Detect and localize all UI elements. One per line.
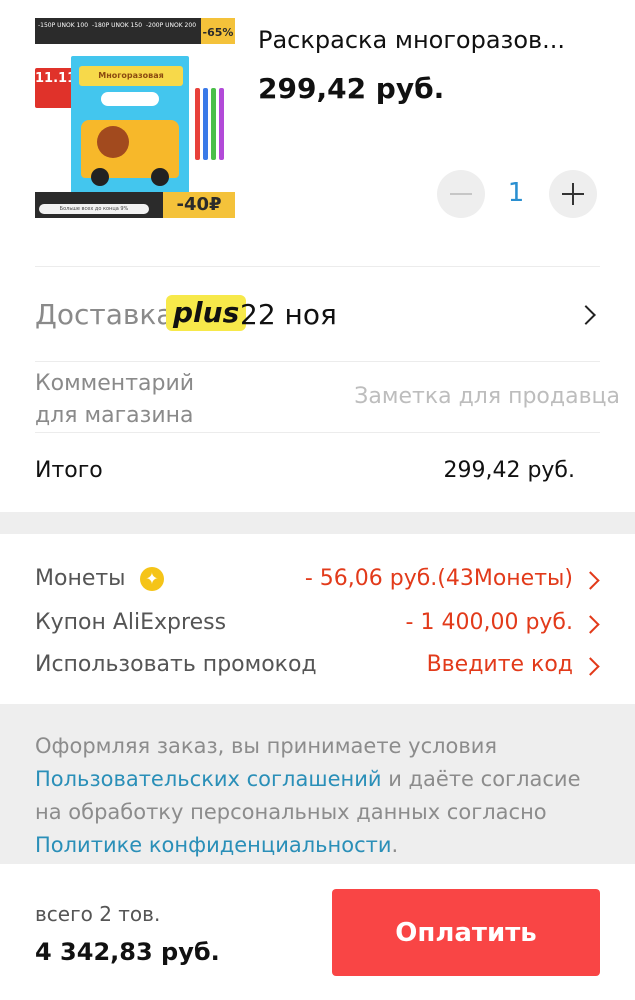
total-value: 299,42 руб. bbox=[443, 458, 575, 483]
cart-product: -150P UNOK 100 -180P UNOK 150 -200P UNOK… bbox=[0, 0, 635, 260]
image-bottom-tag: -40₽ bbox=[163, 192, 235, 218]
terms-text-part: . bbox=[391, 833, 399, 857]
quantity-increase-button[interactable] bbox=[549, 170, 597, 218]
chevron-right-icon bbox=[581, 571, 600, 590]
image-markers bbox=[195, 88, 231, 168]
divider bbox=[35, 432, 600, 433]
coupon-value: - 1 400,00 руб. bbox=[405, 610, 573, 635]
terms-text: Оформляя заказ, вы принимаете условия По… bbox=[35, 730, 610, 862]
image-ribbon bbox=[101, 92, 159, 106]
image-wheel bbox=[151, 168, 169, 186]
chevron-right-icon bbox=[576, 305, 596, 325]
coins-row[interactable]: Монеты - 56,06 руб.(43Монеты) bbox=[0, 560, 635, 600]
terms-notice: Оформляя заказ, вы принимаете условия По… bbox=[0, 704, 635, 864]
pay-button[interactable]: Оплатить bbox=[332, 889, 600, 976]
chevron-right-icon bbox=[581, 657, 600, 676]
image-book-title: Многоразовая bbox=[79, 66, 183, 86]
promo-code-link[interactable]: Введите код bbox=[427, 652, 573, 677]
plus-badge: plus bbox=[166, 295, 247, 331]
image-promo-label: -200P UNOK 200 bbox=[145, 22, 197, 29]
quantity-value: 1 bbox=[507, 178, 525, 208]
total-row: Итого 299,42 руб. bbox=[0, 436, 635, 512]
promo-row[interactable]: Использовать промокод Введите код bbox=[0, 646, 635, 686]
product-title[interactable]: Раскраска многоразов... bbox=[258, 26, 598, 54]
coin-icon bbox=[140, 567, 164, 591]
image-marker bbox=[219, 88, 224, 160]
product-image[interactable]: -150P UNOK 100 -180P UNOK 150 -200P UNOK… bbox=[35, 18, 235, 218]
items-count: всего 2 тов. bbox=[35, 902, 161, 926]
image-marker bbox=[195, 88, 200, 160]
coupon-row[interactable]: Купон AliExpress - 1 400,00 руб. bbox=[0, 604, 635, 644]
comment-label: Комментарий для магазина bbox=[35, 368, 194, 432]
divider bbox=[35, 266, 600, 267]
delivery-label: Доставка bbox=[35, 298, 174, 331]
coins-label: Монеты bbox=[35, 566, 126, 591]
delivery-row[interactable]: Доставка plus 22 ноя bbox=[0, 270, 635, 360]
section-gap bbox=[0, 512, 635, 534]
comment-label-line: для магазина bbox=[35, 403, 194, 428]
image-11-11-badge: 11.11 bbox=[35, 68, 76, 108]
order-sum: 4 342,83 руб. bbox=[35, 938, 220, 966]
seller-note-input[interactable] bbox=[340, 384, 620, 409]
image-wheel bbox=[91, 168, 109, 186]
promo-label: Использовать промокод bbox=[35, 652, 317, 677]
image-promo-label: -180P UNOK 150 bbox=[91, 22, 143, 29]
comment-label-line: Комментарий bbox=[35, 371, 195, 396]
total-label: Итого bbox=[35, 458, 103, 483]
image-bottom-strip: Больше всех до конца 9% -40₽ bbox=[35, 192, 235, 218]
image-book-cover: Многоразовая bbox=[71, 56, 189, 196]
terms-text-part: Оформляя заказ, вы принимаете условия bbox=[35, 734, 498, 758]
coins-value: - 56,06 руб.(43Монеты) bbox=[304, 566, 573, 591]
coupon-label: Купон AliExpress bbox=[35, 610, 227, 635]
chevron-right-icon bbox=[581, 615, 600, 634]
image-sale-badge: -65% bbox=[201, 18, 235, 44]
image-bear bbox=[97, 126, 129, 158]
product-price: 299,42 руб. bbox=[258, 72, 445, 105]
checkout-footer: всего 2 тов. 4 342,83 руб. Оплатить bbox=[0, 864, 635, 1000]
user-agreement-link[interactable]: Пользовательских соглашений bbox=[35, 767, 382, 791]
comment-row: Комментарий для магазина bbox=[0, 362, 635, 432]
privacy-policy-link[interactable]: Политике конфиденциальности bbox=[35, 833, 392, 857]
quantity-decrease-button[interactable] bbox=[437, 170, 485, 218]
image-promo-label: -150P UNOK 100 bbox=[37, 22, 89, 29]
image-marker bbox=[203, 88, 208, 160]
delivery-date: 22 ноя bbox=[240, 298, 337, 331]
image-bottom-pill: Больше всех до конца 9% bbox=[39, 204, 149, 214]
image-marker bbox=[211, 88, 216, 160]
